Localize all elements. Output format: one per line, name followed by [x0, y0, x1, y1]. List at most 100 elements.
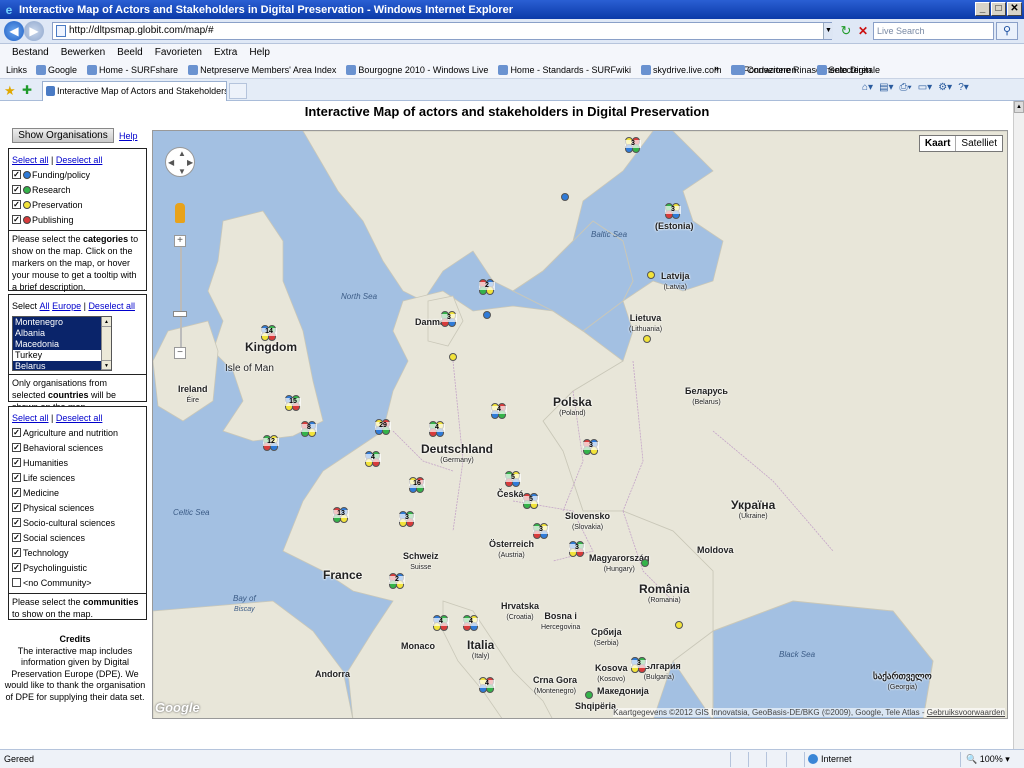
category-item[interactable]: ✓ Funding/policy: [12, 167, 143, 182]
organisation-marker-icon[interactable]: [647, 271, 655, 279]
community-item[interactable]: ✓ Agriculture and nutrition: [12, 425, 143, 440]
country-option[interactable]: Belarus: [13, 361, 103, 370]
category-item[interactable]: ✓ Preservation: [12, 197, 143, 212]
organisation-cluster-marker[interactable]: 4: [491, 403, 507, 419]
link-item[interactable]: Home - Standards - SURFwiki: [493, 64, 636, 75]
category-item[interactable]: ✓ Research: [12, 182, 143, 197]
scroll-down-icon[interactable]: ▼: [102, 360, 111, 370]
menu-item-1[interactable]: Bewerken: [55, 47, 111, 58]
minimize-button[interactable]: _: [975, 2, 990, 16]
organisation-marker-icon[interactable]: [483, 311, 491, 319]
street-view-pegman-icon[interactable]: [175, 203, 185, 223]
community-checkbox[interactable]: ✓: [12, 488, 21, 497]
zoom-out-button[interactable]: −: [174, 347, 186, 359]
organisation-marker-icon[interactable]: [675, 621, 683, 629]
organisation-cluster-marker[interactable]: 15: [285, 395, 301, 411]
address-dropdown-button[interactable]: ▼: [823, 23, 833, 39]
menu-item-0[interactable]: Bestand: [6, 47, 55, 58]
organisation-cluster-marker[interactable]: 2: [479, 279, 495, 295]
add-favorite-icon[interactable]: ✚: [22, 83, 32, 97]
back-button[interactable]: ◀: [4, 21, 24, 41]
address-field[interactable]: http://dltpsmap.globit.com/map/#: [52, 22, 832, 40]
new-tab-button[interactable]: [229, 83, 247, 99]
organisation-cluster-marker[interactable]: 14: [261, 325, 277, 341]
community-checkbox[interactable]: ✓: [12, 443, 21, 452]
organisation-cluster-marker[interactable]: 3: [533, 523, 549, 539]
show-organisations-button[interactable]: Show Organisations: [12, 128, 114, 143]
organisation-cluster-marker[interactable]: 2: [389, 573, 405, 589]
organisation-marker-icon[interactable]: [449, 353, 457, 361]
print-icon[interactable]: ⎙▾: [900, 82, 912, 93]
page-menu-icon[interactable]: ▭▾: [918, 82, 932, 93]
pan-up-icon[interactable]: ▲: [178, 149, 186, 158]
organisation-cluster-marker[interactable]: 3: [625, 137, 641, 153]
countries-europe-link[interactable]: Europe: [52, 301, 81, 311]
link-item[interactable]: Google: [31, 64, 82, 75]
category-checkbox[interactable]: ✓: [12, 215, 21, 224]
organisation-cluster-marker[interactable]: 3: [631, 657, 647, 673]
map-type-map-button[interactable]: Kaart: [920, 136, 957, 151]
organisation-cluster-marker[interactable]: 12: [263, 435, 279, 451]
menu-item-3[interactable]: Favorieten: [149, 47, 208, 58]
organisation-cluster-marker[interactable]: 3: [569, 541, 585, 557]
link-item[interactable]: Home - SURFshare: [82, 64, 183, 75]
community-checkbox[interactable]: ✓: [12, 428, 21, 437]
categories-select-all-link[interactable]: Select all: [12, 155, 49, 165]
country-option[interactable]: Turkey: [13, 350, 103, 361]
category-checkbox[interactable]: ✓: [12, 185, 21, 194]
more-links-icon[interactable]: »: [714, 63, 719, 73]
maximize-button[interactable]: □: [991, 2, 1006, 16]
help-link[interactable]: Help: [119, 131, 138, 141]
forward-button[interactable]: ▶: [24, 21, 44, 41]
organisation-cluster-marker[interactable]: 3: [583, 439, 599, 455]
category-item[interactable]: ✓ Publishing: [12, 212, 143, 227]
page-scrollbar[interactable]: ▲: [1013, 101, 1024, 749]
communities-select-all-link[interactable]: Select all: [12, 413, 49, 423]
organisation-marker-icon[interactable]: [643, 335, 651, 343]
community-checkbox[interactable]: ✓: [12, 548, 21, 557]
organisation-cluster-marker[interactable]: 5: [505, 471, 521, 487]
toolbar-button[interactable]: Selecteren: [812, 65, 877, 75]
community-item[interactable]: ✓ Technology: [12, 545, 143, 560]
community-checkbox[interactable]: [12, 578, 21, 587]
link-item[interactable]: skydrive.live.com: [636, 64, 727, 75]
pan-control[interactable]: ▲ ▼ ◀ ▶: [165, 147, 195, 177]
search-icon[interactable]: ⚲: [996, 22, 1018, 40]
menu-item-4[interactable]: Extra: [208, 47, 243, 58]
link-item[interactable]: Netpreserve Members' Area Index: [183, 64, 341, 75]
organisation-cluster-marker[interactable]: 4: [479, 677, 495, 693]
zoom-slider[interactable]: [180, 235, 182, 355]
pan-down-icon[interactable]: ▼: [178, 167, 186, 176]
community-item[interactable]: ✓ Life sciences: [12, 470, 143, 485]
toolbar-button[interactable]: Converteren: [730, 65, 802, 75]
country-option[interactable]: Albania: [13, 328, 103, 339]
organisation-cluster-marker[interactable]: 29: [375, 419, 391, 435]
country-list-scrollbar[interactable]: ▲ ▼: [101, 317, 111, 370]
community-item[interactable]: ✓ Physical sciences: [12, 500, 143, 515]
organisation-marker-icon[interactable]: [561, 193, 569, 201]
refresh-icon[interactable]: ↻: [838, 23, 854, 39]
link-item[interactable]: Bourgogne 2010 - Windows Live: [341, 64, 493, 75]
organisation-cluster-marker[interactable]: 3: [665, 203, 681, 219]
community-checkbox[interactable]: ✓: [12, 503, 21, 512]
zoom-slider-handle[interactable]: [173, 311, 187, 317]
community-checkbox[interactable]: ✓: [12, 533, 21, 542]
organisation-cluster-marker[interactable]: 3: [399, 511, 415, 527]
organisation-cluster-marker[interactable]: 8: [301, 421, 317, 437]
community-checkbox[interactable]: ✓: [12, 563, 21, 572]
community-item[interactable]: ✓ Social sciences: [12, 530, 143, 545]
country-listbox[interactable]: Montenegro Albania Macedonia Turkey Belarus …: [12, 316, 112, 371]
scroll-up-icon[interactable]: ▲: [102, 317, 111, 327]
organisation-cluster-marker[interactable]: 5: [523, 493, 539, 509]
category-checkbox[interactable]: ✓: [12, 200, 21, 209]
category-checkbox[interactable]: ✓: [12, 170, 21, 179]
favorites-star-icon[interactable]: ★: [4, 83, 16, 99]
country-option[interactable]: Montenegro: [13, 317, 103, 328]
community-checkbox[interactable]: ✓: [12, 473, 21, 482]
pan-left-icon[interactable]: ◀: [168, 158, 174, 167]
close-window-button[interactable]: ✕: [1007, 2, 1022, 16]
organisation-cluster-marker[interactable]: 3: [441, 311, 457, 327]
scroll-up-icon[interactable]: ▲: [1014, 101, 1024, 113]
organisation-cluster-marker[interactable]: 4: [429, 421, 445, 437]
countries-all-link[interactable]: All: [40, 301, 50, 311]
